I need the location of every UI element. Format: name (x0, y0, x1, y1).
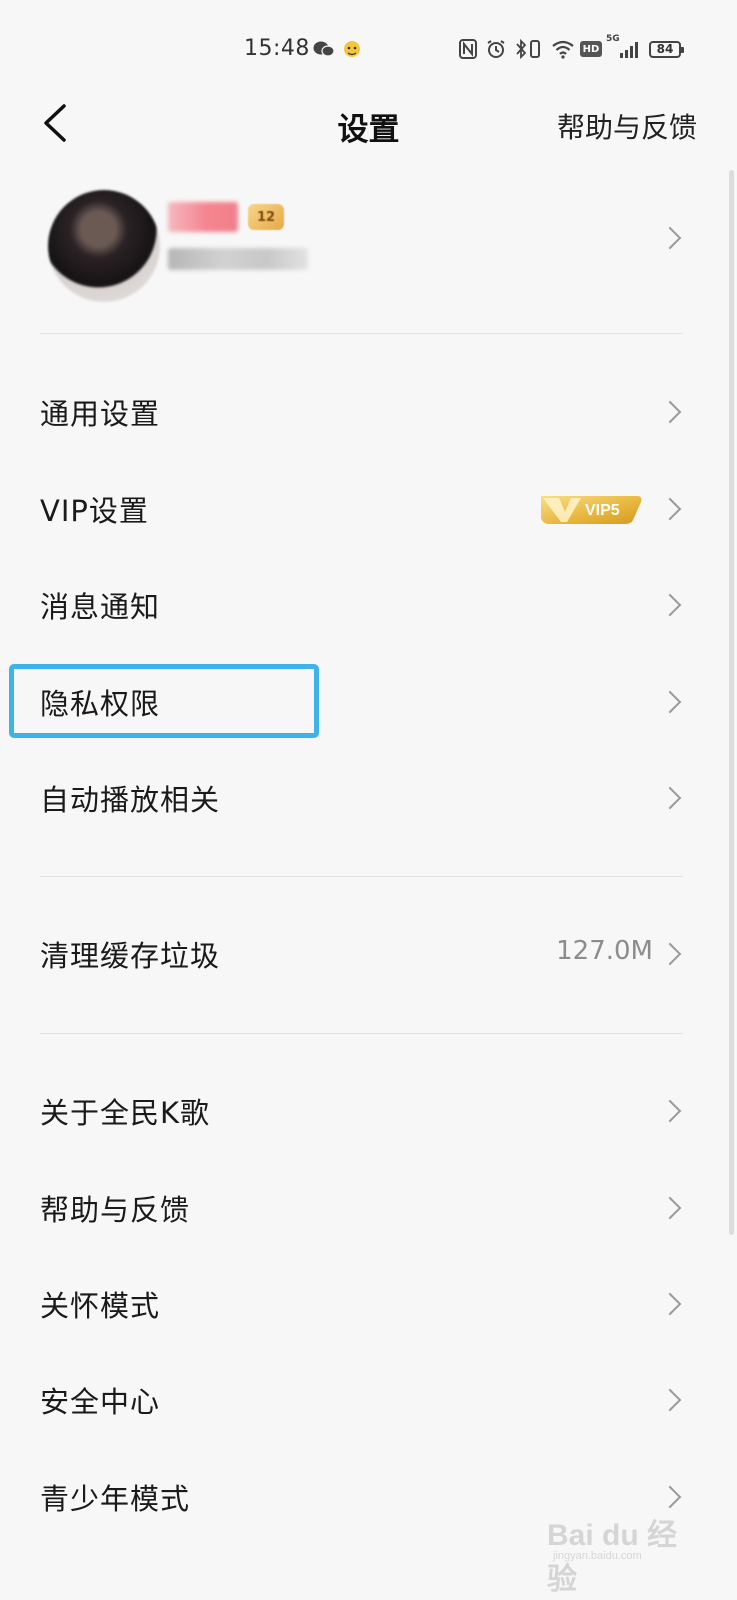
level-badge: 12 (248, 204, 284, 230)
chevron-right-icon (658, 942, 682, 966)
menu-item-autoplay[interactable]: 自动播放相关 (0, 749, 737, 845)
divider (40, 333, 683, 334)
divider (40, 876, 683, 877)
menu-item-label: 通用设置 (40, 397, 161, 431)
profile-subtitle (168, 248, 308, 270)
menu-item-privacy[interactable]: 隐私权限 (0, 653, 737, 749)
menu-item-label: 消息通知 (40, 590, 161, 624)
profile-name (168, 202, 238, 232)
menu-item-label: 清理缓存垃圾 (40, 939, 221, 973)
menu-item-label: 自动播放相关 (40, 783, 221, 817)
menu-item-clear-cache[interactable]: 清理缓存垃圾 127.0M (0, 905, 737, 1001)
menu-item-label: 关怀模式 (40, 1289, 161, 1323)
avatar (48, 190, 160, 302)
hd-icon: HD (580, 41, 602, 57)
chevron-right-icon (658, 593, 682, 617)
menu-item-label: 安全中心 (40, 1385, 161, 1419)
watermark-url: jingyan.baidu.com (553, 1550, 642, 1562)
menu-item-security-center[interactable]: 安全中心 (0, 1351, 737, 1447)
baidu-watermark: Bai du 经验 jingyan.baidu.com (547, 1502, 697, 1596)
chevron-right-icon (658, 1099, 682, 1123)
battery-level: 84 (649, 40, 684, 58)
vibrate-icon (528, 38, 542, 60)
cache-size: 127.0M (556, 936, 653, 966)
svg-text:VIP5: VIP5 (585, 502, 620, 519)
menu-item-about[interactable]: 关于全民K歌 (0, 1062, 737, 1158)
menu-item-label: 隐私权限 (40, 687, 161, 721)
menu-item-vip-settings[interactable]: VIP设置 VIP5 (0, 460, 737, 556)
menu-item-label: 帮助与反馈 (40, 1193, 191, 1227)
vip-crown-icon: VIP5 (541, 496, 642, 524)
chevron-right-icon (658, 400, 682, 424)
menu-item-care-mode[interactable]: 关怀模式 (0, 1255, 737, 1351)
chevron-right-icon (658, 497, 682, 521)
mascot-icon (340, 38, 364, 60)
menu-item-label: 青少年模式 (40, 1482, 191, 1516)
vip-badge: VIP5 (537, 490, 645, 526)
wifi-icon (550, 38, 576, 60)
wechat-icon (312, 38, 336, 60)
alarm-icon (485, 38, 507, 60)
chevron-right-icon (658, 226, 682, 250)
profile-card[interactable]: 12 (0, 172, 737, 332)
help-feedback-link[interactable]: 帮助与反馈 (557, 106, 697, 146)
chevron-right-icon (658, 786, 682, 810)
menu-item-notifications[interactable]: 消息通知 (0, 556, 737, 652)
chevron-right-icon (658, 1196, 682, 1220)
nfc-icon (458, 38, 478, 60)
battery-icon: 84 (645, 38, 685, 60)
signal-5g-icon: 5G (606, 34, 640, 60)
chevron-right-icon (658, 1292, 682, 1316)
menu-item-help-feedback[interactable]: 帮助与反馈 (0, 1159, 737, 1255)
nav-bar: 设置 帮助与反馈 (0, 80, 737, 166)
menu-item-general-settings[interactable]: 通用设置 (0, 363, 737, 459)
chevron-right-icon (658, 1388, 682, 1412)
menu-item-label: 关于全民K歌 (40, 1096, 211, 1130)
divider (40, 1033, 683, 1034)
menu-item-label: VIP设置 (40, 494, 149, 528)
chevron-right-icon (658, 690, 682, 714)
status-time: 15:48 (244, 36, 310, 61)
avatar-area (30, 182, 170, 312)
